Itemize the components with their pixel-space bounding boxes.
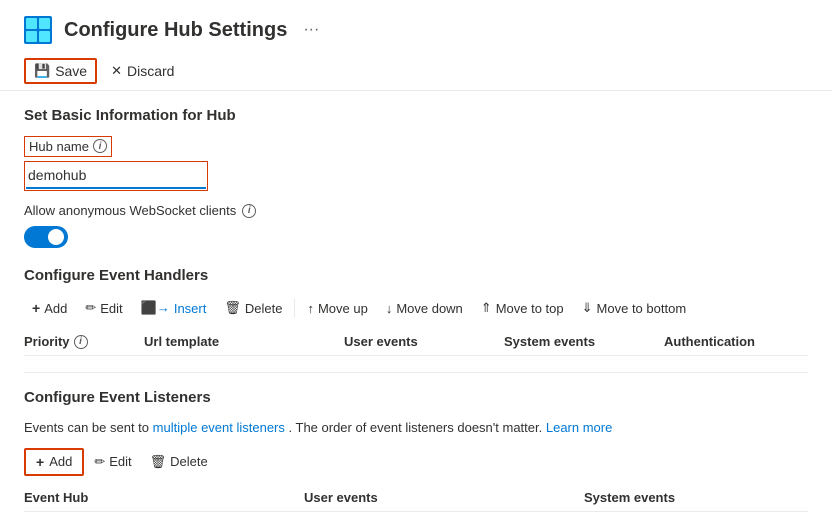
el-col-system-events: System events: [584, 490, 744, 505]
col-authentication-label: Authentication: [664, 334, 755, 349]
eh-move-top-label: Move to top: [496, 301, 564, 316]
el-delete-label: Delete: [170, 454, 208, 469]
eh-edit-button[interactable]: ✏ Edit: [77, 296, 130, 320]
discard-label: Discard: [127, 63, 174, 79]
eh-delete-label: Delete: [245, 301, 283, 316]
eh-move-up-button[interactable]: ↑ Move up: [299, 297, 375, 320]
save-icon: 💾: [34, 63, 50, 79]
col-authentication: Authentication: [664, 334, 824, 349]
eh-move-bottom-icon: ⇓: [582, 300, 593, 316]
eh-edit-icon: ✏: [85, 300, 96, 316]
event-listeners-toolbar: + Add ✏ Edit 🗑 Delete: [24, 448, 808, 476]
col-priority-label: Priority: [24, 334, 70, 349]
eh-add-button[interactable]: + Add: [24, 296, 75, 320]
event-handlers-toolbar: + Add ✏ Edit ⬛→ Insert 🗑 Delete ↑ Move u…: [24, 296, 808, 320]
col-system-events: System events: [504, 334, 664, 349]
priority-info-icon[interactable]: i: [74, 335, 88, 349]
eh-move-up-label: Move up: [318, 301, 368, 316]
eh-move-top-icon: ⇑: [481, 300, 492, 316]
anon-info-icon[interactable]: i: [242, 204, 256, 218]
col-user-events: User events: [344, 334, 504, 349]
save-label: Save: [55, 63, 87, 79]
eh-delete-button[interactable]: 🗑 Delete: [216, 296, 290, 320]
eh-move-bottom-button[interactable]: ⇓ Move to bottom: [574, 296, 695, 320]
el-delete-button[interactable]: 🗑 Delete: [142, 450, 216, 474]
toolbar-divider: [294, 298, 295, 318]
eh-insert-button[interactable]: ⬛→ Insert: [133, 296, 215, 320]
page-header: Configure Hub Settings ···: [0, 0, 832, 52]
el-desc-part1: Events can be sent to: [24, 420, 149, 435]
hub-name-input-wrapper: [24, 161, 808, 191]
basic-info-section: Set Basic Information for Hub Hub name i…: [0, 107, 832, 251]
eh-move-top-button[interactable]: ⇑ Move to top: [473, 296, 572, 320]
el-desc-part2: . The order of event listeners doesn't m…: [289, 420, 543, 435]
eh-add-label: Add: [44, 301, 67, 316]
anon-websocket-row: Allow anonymous WebSocket clients i: [24, 203, 808, 218]
el-col-user-events-label: User events: [304, 490, 378, 505]
page-title: Configure Hub Settings: [64, 19, 287, 42]
section-separator: [24, 372, 808, 373]
discard-icon: ✕: [111, 63, 122, 79]
event-handlers-title: Configure Event Handlers: [24, 267, 808, 284]
el-add-button[interactable]: + Add: [24, 448, 84, 476]
eh-delete-icon: 🗑: [224, 300, 241, 316]
main-toolbar: 💾 Save ✕ Discard: [0, 52, 832, 91]
hub-icon: [24, 16, 52, 44]
event-listeners-table-header: Event Hub User events System events: [24, 484, 808, 512]
more-options-icon[interactable]: ···: [303, 21, 319, 39]
el-edit-icon: ✏: [94, 454, 105, 470]
discard-button[interactable]: ✕ Discard: [101, 58, 184, 84]
col-priority: Priority i: [24, 334, 144, 349]
el-col-system-events-label: System events: [584, 490, 675, 505]
eh-insert-icon: ⬛→: [141, 300, 170, 316]
event-handlers-section: Configure Event Handlers + Add ✏ Edit ⬛→…: [0, 267, 832, 356]
eh-edit-label: Edit: [100, 301, 122, 316]
eh-move-up-icon: ↑: [307, 301, 314, 316]
hub-name-input[interactable]: [26, 163, 206, 189]
col-user-events-label: User events: [344, 334, 418, 349]
hub-name-label-wrapper: Hub name i: [24, 136, 112, 157]
col-system-events-label: System events: [504, 334, 595, 349]
event-listeners-title: Configure Event Listeners: [24, 389, 808, 406]
anon-toggle[interactable]: [24, 226, 68, 248]
el-multiple-link[interactable]: multiple event listeners: [153, 420, 285, 435]
el-edit-label: Edit: [109, 454, 131, 469]
el-learn-more-link[interactable]: Learn more: [546, 420, 612, 435]
el-col-user-events: User events: [304, 490, 584, 505]
eh-move-down-label: Move down: [396, 301, 462, 316]
hub-name-field-group: Hub name i: [24, 136, 808, 191]
el-add-label: Add: [49, 454, 72, 469]
event-listeners-section: Configure Event Listeners Events can be …: [0, 389, 832, 512]
el-add-icon: +: [36, 454, 44, 470]
el-col-event-hub: Event Hub: [24, 490, 304, 505]
el-delete-icon: 🗑: [150, 454, 167, 470]
el-col-event-hub-label: Event Hub: [24, 490, 88, 505]
event-listeners-description: Events can be sent to multiple event lis…: [24, 418, 808, 438]
eh-move-down-button[interactable]: ↓ Move down: [378, 297, 471, 320]
hub-name-label: Hub name: [29, 139, 89, 154]
save-button[interactable]: 💾 Save: [24, 58, 97, 84]
anon-websocket-label: Allow anonymous WebSocket clients: [24, 203, 236, 218]
col-url-template-label: Url template: [144, 334, 219, 349]
eh-insert-label: Insert: [174, 301, 207, 316]
toggle-slider: [24, 226, 68, 248]
eh-move-down-icon: ↓: [386, 301, 393, 316]
eh-add-icon: +: [32, 300, 40, 316]
event-handlers-table-header: Priority i Url template User events Syst…: [24, 328, 808, 356]
hub-name-info-icon[interactable]: i: [93, 139, 107, 153]
basic-info-title: Set Basic Information for Hub: [24, 107, 808, 124]
el-edit-button[interactable]: ✏ Edit: [86, 450, 139, 474]
eh-move-bottom-label: Move to bottom: [597, 301, 687, 316]
col-url-template: Url template: [144, 334, 344, 349]
